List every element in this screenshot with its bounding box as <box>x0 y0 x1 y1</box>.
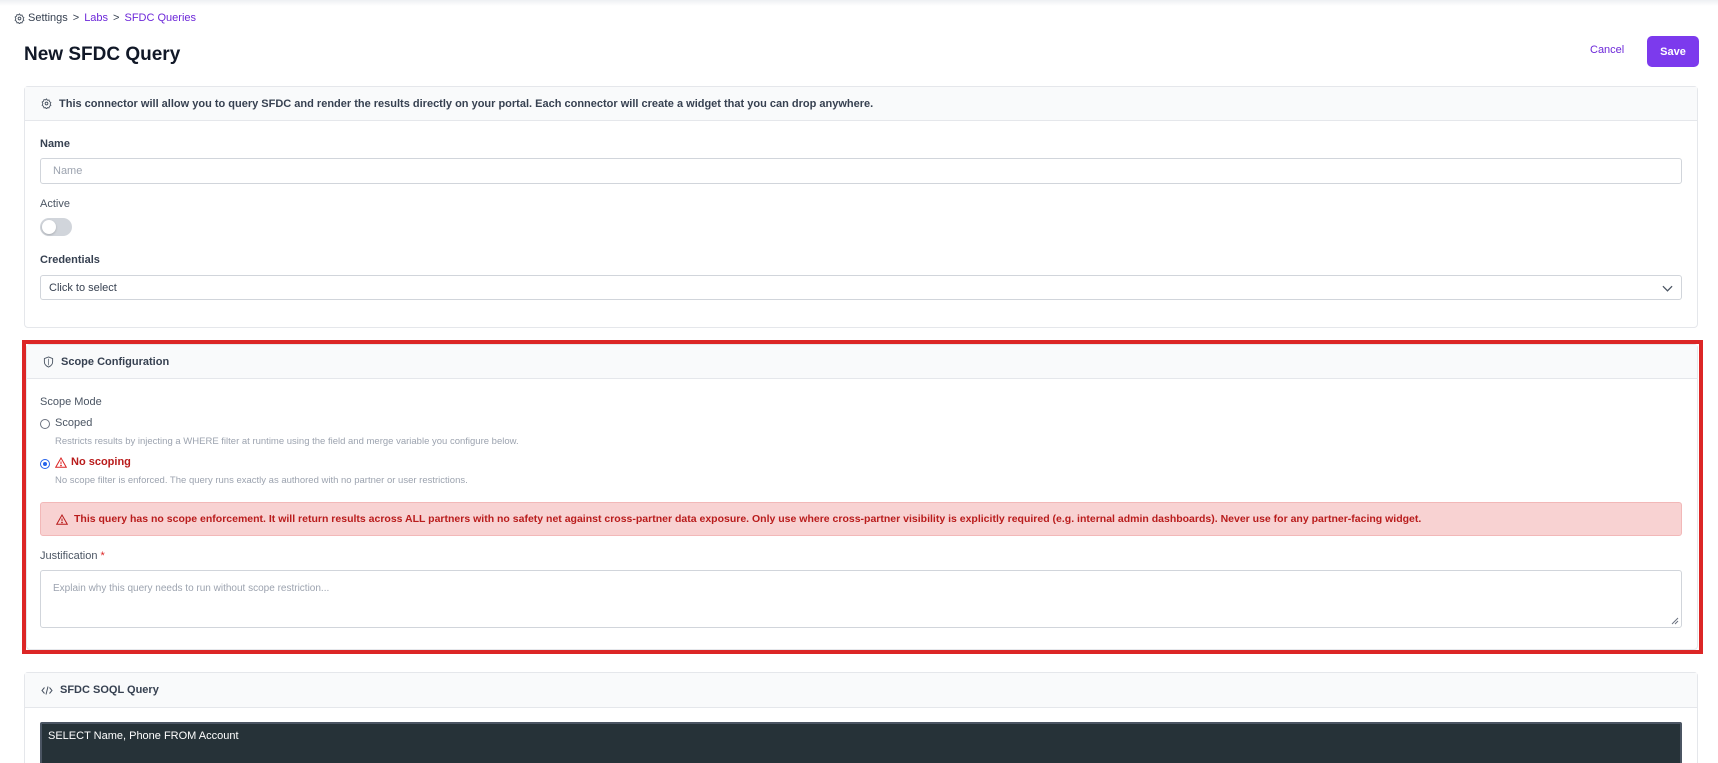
no-scoping-radio[interactable] <box>40 459 50 469</box>
warning-icon <box>56 513 68 525</box>
scope-card-header: Scope Configuration <box>27 345 1697 379</box>
breadcrumb-settings[interactable]: Settings <box>28 12 68 24</box>
chevron-down-icon <box>1662 285 1673 292</box>
justification-label: Justification * <box>40 550 105 562</box>
gear-icon <box>14 12 25 24</box>
required-asterisk: * <box>100 550 105 562</box>
scoped-radio-label[interactable]: Scoped <box>55 417 92 429</box>
connector-description: This connector will allow you to query S… <box>59 97 874 110</box>
soql-card-header: SFDC SOQL Query <box>25 673 1697 708</box>
breadcrumb-separator: > <box>72 12 80 24</box>
justification-label-text: Justification <box>40 550 98 562</box>
credentials-select[interactable]: Click to select <box>40 275 1682 300</box>
credentials-label: Credentials <box>40 254 100 266</box>
name-label: Name <box>40 138 70 150</box>
breadcrumb: Settings > Labs > SFDC Queries <box>14 12 196 24</box>
scope-warning-alert: This query has no scope enforcement. It … <box>40 502 1682 536</box>
breadcrumb-sfdc-queries[interactable]: SFDC Queries <box>124 12 196 24</box>
justification-textarea[interactable]: Explain why this query needs to run with… <box>40 570 1682 628</box>
connector-card-header: This connector will allow you to query S… <box>25 87 1697 121</box>
name-placeholder: Name <box>53 165 83 177</box>
soql-editor[interactable]: SELECT Name, Phone FROM Account <box>40 722 1682 763</box>
no-scoping-text: No scoping <box>71 456 131 468</box>
credentials-value: Click to select <box>49 281 117 294</box>
justification-placeholder: Explain why this query needs to run with… <box>53 583 330 594</box>
name-input[interactable]: Name <box>40 158 1682 184</box>
page-title: New SFDC Query <box>24 44 181 65</box>
scope-mode-label: Scope Mode <box>40 396 102 408</box>
active-label: Active <box>40 198 70 210</box>
warning-icon <box>55 456 67 468</box>
scoped-help-text: Restricts results by injecting a WHERE f… <box>55 436 519 447</box>
breadcrumb-separator: > <box>113 12 120 24</box>
soql-title: SFDC SOQL Query <box>60 684 159 696</box>
breadcrumb-labs[interactable]: Labs <box>84 12 108 24</box>
top-shadow <box>0 0 1718 6</box>
gear-icon <box>41 98 52 109</box>
code-icon <box>41 685 53 695</box>
active-toggle[interactable] <box>40 218 72 236</box>
no-scoping-help-text: No scope filter is enforced. The query r… <box>55 475 468 486</box>
save-button[interactable]: Save <box>1647 36 1699 67</box>
scoped-radio[interactable] <box>40 419 50 429</box>
scope-warning-text: This query has no scope enforcement. It … <box>74 513 1422 525</box>
no-scoping-radio-label[interactable]: No scoping <box>55 456 131 468</box>
cancel-button[interactable]: Cancel <box>1590 44 1624 56</box>
toggle-knob <box>42 220 56 234</box>
resize-grip-icon[interactable] <box>1671 617 1679 625</box>
scope-title: Scope Configuration <box>61 355 170 368</box>
shield-icon <box>43 355 54 368</box>
soql-query-text: SELECT Name, Phone FROM Account <box>48 730 239 742</box>
